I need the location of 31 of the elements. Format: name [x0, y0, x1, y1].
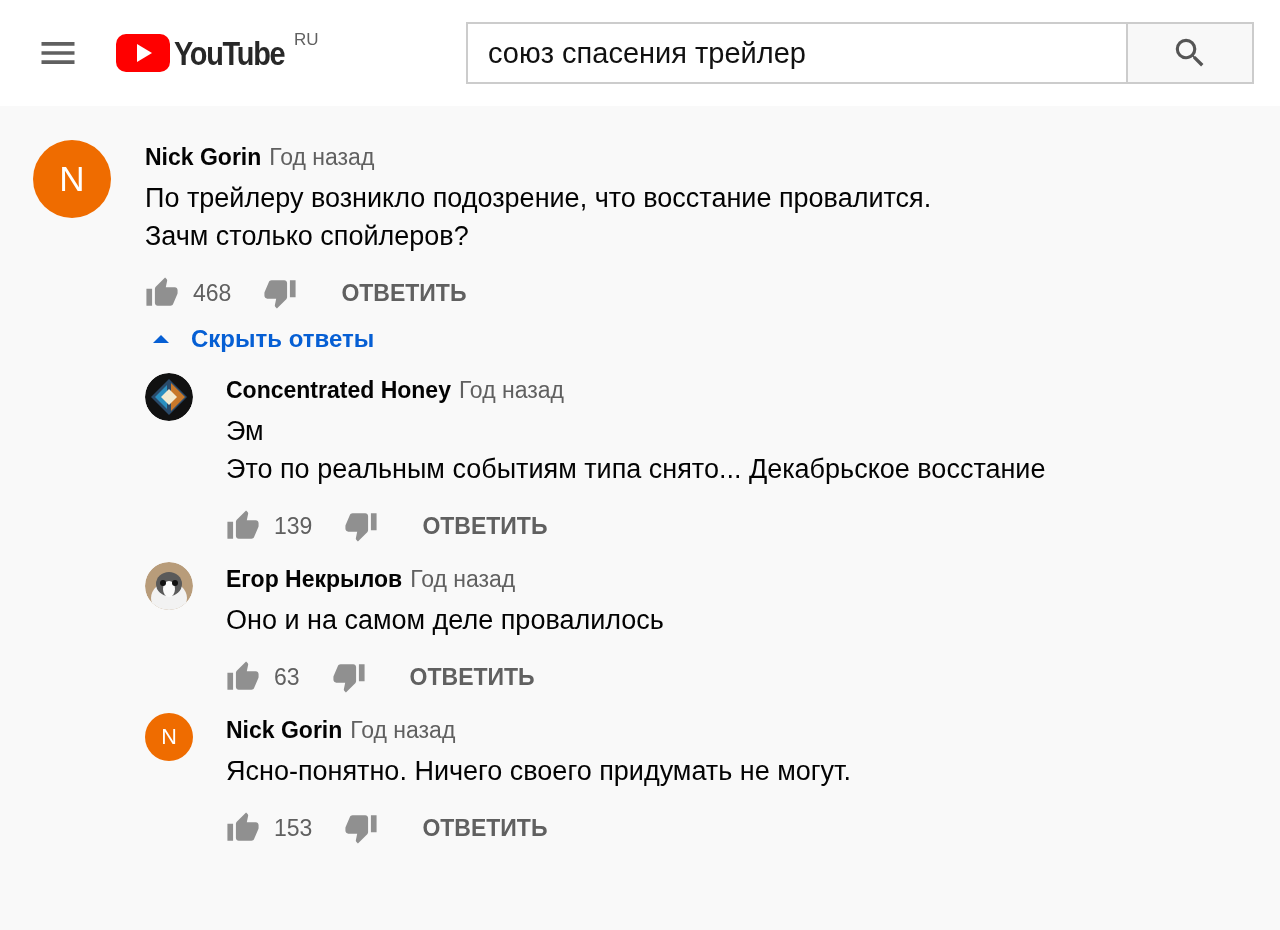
author-name[interactable]: Nick Gorin — [226, 717, 343, 744]
play-logo-icon[interactable] — [116, 34, 170, 72]
comment-time[interactable]: Год назад — [269, 144, 375, 171]
reply-button[interactable]: ОТВЕТИТЬ — [409, 663, 535, 691]
comment-text: По трейлеру возникло подозрение, что восстание провалится. — [145, 182, 932, 215]
region-label: RU — [293, 30, 319, 50]
logo-text[interactable]: YouTube — [174, 28, 285, 78]
caret-icon — [153, 335, 169, 343]
author-name[interactable]: Nick Gorin — [145, 144, 262, 171]
comment-text: Зачм столько спойлеров? — [145, 220, 470, 253]
avatar: N — [145, 713, 193, 761]
like-count: 63 — [274, 663, 300, 691]
reply-button[interactable]: ОТВЕТИТЬ — [422, 814, 548, 842]
search-field[interactable]: союз спасения трейлер — [466, 22, 1126, 84]
comment-time[interactable]: Год назад — [458, 377, 564, 404]
comment-time[interactable]: Год назад — [410, 566, 516, 593]
comment-text: Эм — [226, 415, 265, 448]
search-button[interactable] — [1126, 22, 1254, 84]
like-count: 139 — [274, 512, 313, 540]
comment-text: Ясно-понятно. Ничего своего придумать не могут. — [226, 755, 851, 788]
comment-time[interactable]: Год назад — [350, 717, 456, 744]
comment-text: Оно и на самом деле провалилось — [226, 604, 664, 637]
author-name[interactable]: Егор Некрылов — [226, 566, 403, 593]
avatar: N — [33, 140, 111, 218]
hide-replies-button[interactable]: Скрыть ответы — [141, 325, 375, 353]
author-name[interactable]: Concentrated Honey — [226, 377, 451, 404]
comment-text: Это по реальным событиям типа снято... Декабрьское восстание — [226, 453, 1046, 486]
reply-button[interactable]: ОТВЕТИТЬ — [341, 279, 467, 307]
reply-button[interactable]: ОТВЕТИТЬ — [422, 512, 548, 540]
like-count: 153 — [274, 814, 313, 842]
like-count: 468 — [193, 279, 232, 307]
